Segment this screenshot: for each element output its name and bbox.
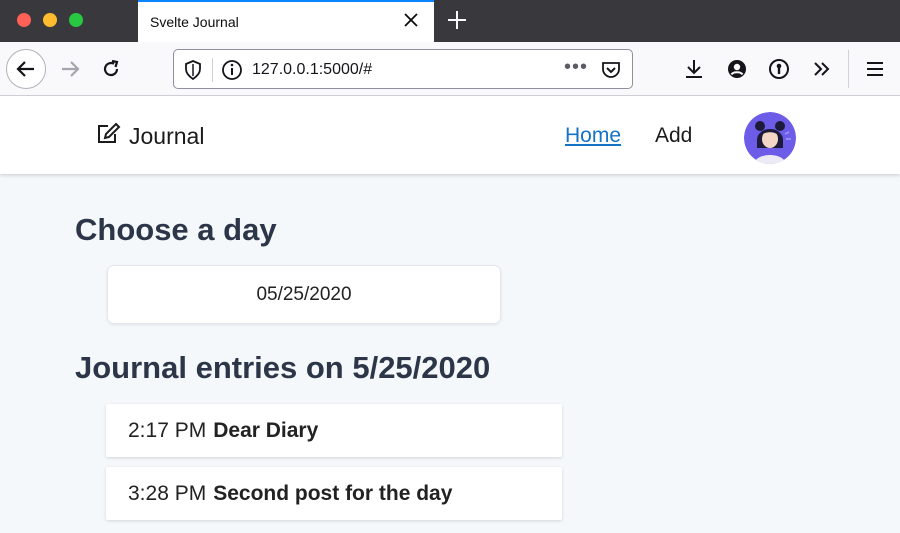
choose-day-heading: Choose a day xyxy=(75,212,277,247)
journal-entry[interactable]: 3:28 PM Second post for the day xyxy=(106,467,562,520)
account-icon[interactable] xyxy=(719,51,755,87)
brand-title: Journal xyxy=(129,123,205,149)
browser-toolbar: 127.0.0.1:5000/# ••• xyxy=(0,42,900,96)
tab-title: Svelte Journal xyxy=(150,14,239,30)
app-header: Journal Home Add xyxy=(0,96,900,174)
download-icon[interactable] xyxy=(676,51,712,87)
plus-icon[interactable] xyxy=(445,8,469,32)
brand[interactable]: Journal xyxy=(95,122,204,151)
entry-time: 3:28 PM xyxy=(128,481,207,505)
reload-icon[interactable] xyxy=(93,51,129,87)
page-actions-icon[interactable]: ••• xyxy=(564,56,588,79)
close-icon[interactable] xyxy=(402,11,420,29)
url-text[interactable]: 127.0.0.1:5000/# xyxy=(252,61,372,79)
url-separator xyxy=(212,58,213,82)
avatar[interactable] xyxy=(744,112,796,164)
password-icon[interactable] xyxy=(761,51,797,87)
back-arrow-icon[interactable] xyxy=(6,49,46,89)
browser-tab-bar: Svelte Journal xyxy=(0,0,900,42)
pocket-icon[interactable] xyxy=(599,58,623,87)
entry-title: Second post for the day xyxy=(213,481,453,505)
shield-icon[interactable] xyxy=(183,59,203,86)
entries-heading: Journal entries on 5/25/2020 xyxy=(75,350,491,385)
journal-entry[interactable]: 2:17 PM Dear Diary xyxy=(106,404,562,457)
chevrons-icon[interactable] xyxy=(804,51,840,87)
url-bar[interactable]: 127.0.0.1:5000/# ••• xyxy=(173,49,633,89)
entry-time: 2:17 PM xyxy=(128,418,207,442)
maximize-window-button[interactable] xyxy=(69,13,83,27)
browser-tab[interactable]: Svelte Journal xyxy=(138,0,434,42)
edit-icon xyxy=(95,122,121,151)
info-icon[interactable] xyxy=(220,58,244,87)
entry-title: Dear Diary xyxy=(213,418,319,442)
forward-arrow-icon[interactable] xyxy=(52,51,88,87)
close-window-button[interactable] xyxy=(17,13,31,27)
nav-link-home[interactable]: Home xyxy=(565,124,621,148)
toolbar-separator xyxy=(848,50,849,88)
nav-link-add[interactable]: Add xyxy=(655,124,692,148)
minimize-window-button[interactable] xyxy=(43,13,57,27)
date-picker-input[interactable]: 05/25/2020 xyxy=(107,265,501,324)
hamburger-menu-icon[interactable] xyxy=(857,51,893,87)
